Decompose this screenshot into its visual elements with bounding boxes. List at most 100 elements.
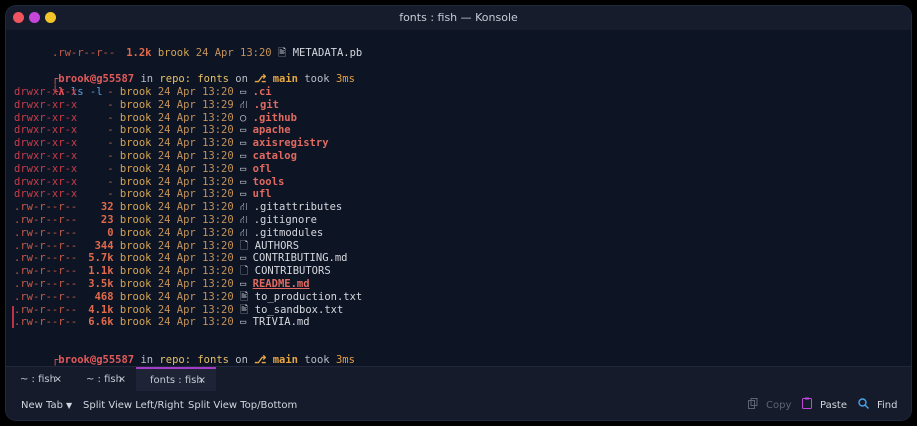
paste-button[interactable]: Paste <box>802 391 847 420</box>
size: - <box>107 137 114 150</box>
tab-label: ~ : fish <box>20 374 56 385</box>
directory-name: tools <box>252 175 285 188</box>
directory-name: catalog <box>252 150 297 162</box>
size: 6.6k <box>88 316 114 329</box>
toolbar: New Tab ▼ Split View Left/Right Split Vi… <box>6 391 911 420</box>
permissions: drwxr-xr-x <box>14 98 78 111</box>
file-name: .gitignore <box>253 214 317 226</box>
copy-button[interactable]: Copy <box>748 391 791 420</box>
permissions: .rw-r--r-- <box>14 239 78 252</box>
tab-home-fish-1[interactable]: ~ : fish × <box>6 367 72 392</box>
modified-date: 24 Apr 13:20 <box>157 137 234 150</box>
permissions: drwxr-xr-x <box>14 150 78 162</box>
permissions: drwxr-xr-x <box>14 188 78 201</box>
file-row: .rw-r--r-- 3.5k brook 24 Apr 13:20 ▭ REA… <box>14 278 310 291</box>
modified-date: 24 Apr 13:29 <box>157 98 234 111</box>
prompt-branch: main <box>272 73 298 85</box>
owner: brook <box>119 201 152 214</box>
directory-row: drwxr-xr-x - brook 24 Apr 13:20 ▭ .ci <box>14 86 272 99</box>
find-label: Find <box>877 400 898 411</box>
owner: brook <box>119 290 152 303</box>
window-title: fonts : fish — Konsole <box>399 11 518 24</box>
close-icon[interactable]: × <box>198 369 206 392</box>
chevron-down-icon[interactable]: ▼ <box>66 391 72 420</box>
minimize-window-button[interactable] <box>29 12 40 23</box>
owner: brook <box>119 175 152 188</box>
date: 24 Apr 13:20 <box>195 47 272 59</box>
owner: brook <box>119 226 152 239</box>
prompt-duration: 3ms <box>335 73 355 85</box>
owner: brook <box>119 86 152 98</box>
close-window-button[interactable] <box>13 12 24 23</box>
directory-name: ufl <box>252 188 272 201</box>
modified-date: 24 Apr 13:20 <box>157 278 234 290</box>
owner: brook <box>119 252 152 265</box>
directory-name: ofl <box>252 162 272 175</box>
modified-date: 24 Apr 13:20 <box>157 226 234 239</box>
find-button[interactable]: Find <box>858 391 898 420</box>
split-top-bottom-button[interactable]: Split View Top/Bottom <box>188 391 297 420</box>
permissions: .rw-r--r-- <box>14 278 78 290</box>
copy-icon <box>748 398 758 409</box>
directory-name: apache <box>252 124 291 137</box>
maximize-window-button[interactable] <box>45 12 56 23</box>
close-icon[interactable]: × <box>54 367 62 392</box>
branch-icon: ⎇ <box>254 354 267 366</box>
directory-name: .github <box>252 111 297 124</box>
size: 1.2k <box>126 47 152 59</box>
tab-bar: ~ : fish × ~ : fish × fonts : fish × <box>6 366 911 392</box>
permissions: .rw-r--r-- <box>14 214 78 226</box>
size: 3.5k <box>88 278 114 290</box>
new-tab-label: New Tab <box>21 400 63 411</box>
modified-date: 24 Apr 13:20 <box>157 290 234 303</box>
modified-date: 24 Apr 13:20 <box>157 303 234 316</box>
tab-fonts-fish[interactable]: fonts : fish × <box>136 367 216 392</box>
modified-date: 24 Apr 13:20 <box>157 188 234 201</box>
size: - <box>107 111 114 124</box>
directory-row: drwxr-xr-x - brook 24 Apr 13:29 ⛙ .git <box>14 99 279 112</box>
modified-date: 24 Apr 13:20 <box>157 124 234 137</box>
listing-row-top: .rw-r--r-- 1.2k brook 24 Apr 13:20 🖹 MET… <box>14 34 362 59</box>
title-bar: fonts : fish — Konsole <box>6 6 911 30</box>
owner: brook <box>119 111 152 124</box>
file-row: .rw-r--r-- 344 brook 24 Apr 13:20 🗋 AUTH… <box>14 240 299 253</box>
prompt-on: on <box>228 73 255 85</box>
close-icon[interactable]: × <box>118 367 126 392</box>
tab-label: fonts : fish <box>150 375 203 386</box>
new-tab-button[interactable]: New Tab <box>21 391 63 420</box>
size: 1.1k <box>88 265 114 278</box>
prompt-line: ┌brook@g55587 in repo: fonts on ⎇ main t… <box>14 341 355 366</box>
directory-name: .ci <box>252 86 272 98</box>
permissions: .rw-r--r-- <box>14 226 78 239</box>
file-row: .rw-r--r-- 32 brook 24 Apr 13:20 ⛙ .gita… <box>14 201 342 214</box>
permissions: drwxr-xr-x <box>14 137 78 150</box>
modified-date: 24 Apr 13:20 <box>157 316 234 329</box>
size: - <box>107 162 114 175</box>
directory-name: axisregistry <box>252 137 329 150</box>
directory-name: .git <box>253 98 280 111</box>
size: 344 <box>94 239 114 252</box>
file-name: to_production.txt <box>254 290 363 303</box>
directory-row: drwxr-xr-x - brook 24 Apr 13:20 ▭ ofl <box>14 163 272 176</box>
size: 468 <box>94 290 114 303</box>
konsole-window: fonts : fish — Konsole .rw-r--r-- 1.2k b… <box>6 6 911 420</box>
size: 23 <box>100 214 114 226</box>
modified-date: 24 Apr 13:20 <box>157 162 234 175</box>
terminal-area[interactable]: .rw-r--r-- 1.2k brook 24 Apr 13:20 🖹 MET… <box>6 30 911 379</box>
permissions: .rw-r--r-- <box>14 201 78 214</box>
perm: .rw-r--r-- <box>51 47 116 59</box>
modified-date: 24 Apr 13:20 <box>157 214 234 226</box>
file-row: .rw-r--r-- 23 brook 24 Apr 13:20 ⛙ .giti… <box>14 214 317 227</box>
prompt-in: in <box>134 73 160 85</box>
file-name: TRIVIA.md <box>252 316 310 329</box>
permissions: .rw-r--r-- <box>14 316 78 329</box>
modified-date: 24 Apr 13:20 <box>157 239 234 252</box>
modified-date: 24 Apr 13:20 <box>157 175 234 188</box>
owner: brook <box>119 239 152 252</box>
file-name: README.md <box>252 278 310 290</box>
owner: brook <box>119 162 152 175</box>
size: - <box>107 175 114 188</box>
split-left-right-button[interactable]: Split View Left/Right <box>83 391 184 420</box>
tab-home-fish-2[interactable]: ~ : fish × <box>72 367 136 392</box>
permissions: drwxr-xr-x <box>14 124 78 137</box>
